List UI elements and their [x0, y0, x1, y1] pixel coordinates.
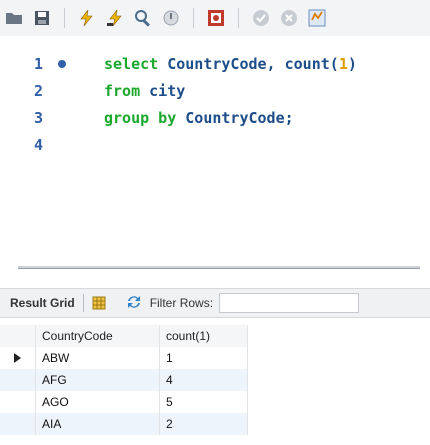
- cell-countrycode[interactable]: AIA: [36, 413, 160, 435]
- column-header-count[interactable]: count(1): [160, 325, 248, 347]
- code-line[interactable]: 2 from city: [0, 79, 430, 103]
- sql-number: 1: [338, 55, 348, 73]
- toggle-icon[interactable]: [206, 8, 226, 28]
- table-row[interactable]: ABW 1: [0, 347, 248, 369]
- toolbar-separator: [238, 8, 239, 28]
- open-folder-icon[interactable]: [4, 8, 24, 28]
- row-selector[interactable]: [0, 391, 36, 413]
- sql-keyword: group by: [104, 109, 177, 127]
- sql-identifier: CountryCode,: [158, 55, 285, 73]
- code-text: from city: [104, 79, 185, 103]
- sql-editor[interactable]: 1 select CountryCode, count(1) 2 from city 3…: [0, 36, 430, 236]
- cell-countrycode[interactable]: ABW: [36, 347, 160, 369]
- result-toolbar: Result Grid Filter Rows:: [0, 288, 430, 318]
- sql-keyword: from: [104, 82, 141, 100]
- line-number: 1: [34, 55, 44, 73]
- line-number: 3: [34, 109, 44, 127]
- cell-count[interactable]: 4: [160, 369, 248, 391]
- cell-count[interactable]: 5: [160, 391, 248, 413]
- sql-identifier: city: [140, 82, 186, 100]
- current-row-icon: [14, 353, 21, 363]
- cell-count[interactable]: 2: [160, 413, 248, 435]
- column-header-countrycode[interactable]: CountryCode: [36, 325, 160, 347]
- code-text: group by CountryCode;: [104, 106, 294, 130]
- cell-count[interactable]: 1: [160, 347, 248, 369]
- sql-identifier: count(: [284, 55, 339, 73]
- execute-current-icon[interactable]: [105, 8, 125, 28]
- grid-layout-icon[interactable]: [92, 296, 106, 310]
- editor-toolbar: [0, 0, 430, 36]
- cell-countrycode[interactable]: AFG: [36, 369, 160, 391]
- line-number: 2: [34, 82, 44, 100]
- code-line[interactable]: 3 group by CountryCode;: [0, 106, 430, 130]
- table-row[interactable]: AIA 2: [0, 413, 248, 435]
- sql-keyword: select: [104, 55, 159, 73]
- row-selector[interactable]: [0, 347, 36, 369]
- grid-header: CountryCode count(1): [0, 325, 248, 348]
- sql-identifier: ): [347, 55, 357, 73]
- save-icon[interactable]: [32, 8, 52, 28]
- pane-splitter[interactable]: [18, 266, 420, 269]
- line-number: 4: [34, 136, 44, 154]
- autocommit-icon[interactable]: [307, 8, 327, 28]
- filter-rows-input[interactable]: [219, 293, 360, 313]
- row-selector-header[interactable]: [0, 325, 36, 347]
- row-selector[interactable]: [0, 369, 36, 391]
- commit-icon[interactable]: [251, 8, 271, 28]
- cell-countrycode[interactable]: AGO: [36, 391, 160, 413]
- table-row[interactable]: AGO 5: [0, 391, 248, 413]
- code-text: select CountryCode, count(1): [104, 52, 357, 76]
- code-line[interactable]: 4: [0, 133, 430, 157]
- result-grid: CountryCode count(1) ABW 1 AFG 4 AGO 5 AIA 2: [0, 325, 248, 445]
- rollback-icon[interactable]: [279, 8, 299, 28]
- toolbar-separator: [64, 8, 65, 28]
- stop-icon[interactable]: [161, 8, 181, 28]
- code-line[interactable]: 1 select CountryCode, count(1): [0, 52, 430, 76]
- toolbar-separator: [193, 8, 194, 28]
- filter-rows-label: Filter Rows:: [149, 296, 214, 310]
- refresh-icon[interactable]: [126, 295, 142, 312]
- explain-icon[interactable]: [133, 8, 153, 28]
- table-row[interactable]: AFG 4: [0, 369, 248, 391]
- toolbar-separator: [82, 294, 84, 312]
- execute-icon[interactable]: [77, 8, 97, 28]
- statement-marker-icon: [58, 60, 66, 68]
- sql-identifier: CountryCode;: [176, 109, 294, 127]
- row-selector[interactable]: [0, 413, 36, 435]
- result-grid-tab[interactable]: Result Grid: [10, 296, 75, 310]
